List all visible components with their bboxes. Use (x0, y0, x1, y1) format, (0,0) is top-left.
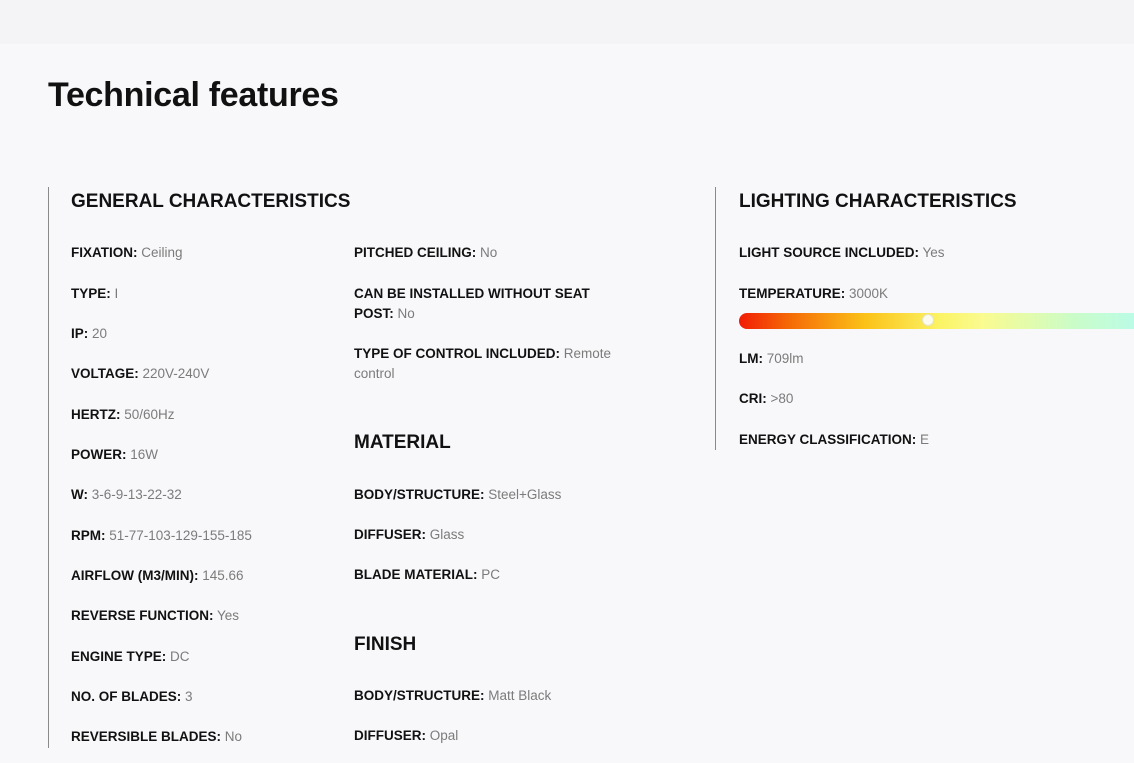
spec-label: RPM: (71, 528, 106, 543)
lighting-characteristics-title: LIGHTING CHARACTERISTICS (739, 191, 1017, 212)
spec-hertz: HERTZ: 50/60Hz (71, 405, 175, 425)
spec-label: BODY/STRUCTURE: (354, 487, 485, 502)
spec-value: No (480, 245, 498, 260)
spec-label: FIXATION: (71, 245, 138, 260)
spec-label: TYPE: (71, 286, 111, 301)
spec-value: 3 (185, 689, 193, 704)
temperature-indicator-thumb (922, 314, 934, 326)
spec-label: CAN BE INSTALLED WITHOUT SEAT POST: (354, 286, 590, 321)
material-body-structure: BODY/STRUCTURE: Steel+Glass (354, 485, 561, 505)
spec-value: I (114, 286, 119, 301)
spec-type: TYPE: I (71, 284, 118, 304)
spec-label: REVERSE FUNCTION: (71, 608, 214, 623)
spec-value: >80 (770, 391, 794, 406)
spec-value: Steel+Glass (488, 487, 562, 502)
spec-label: NO. OF BLADES: (71, 689, 182, 704)
spec-label: VOLTAGE: (71, 366, 139, 381)
spec-label: BLADE MATERIAL: (354, 567, 478, 582)
material-title: MATERIAL (354, 432, 451, 453)
spec-value: 709lm (766, 351, 804, 366)
spec-without-seat-post: CAN BE INSTALLED WITHOUT SEAT POST: No (354, 284, 629, 324)
spec-value: No (397, 306, 415, 321)
spec-value: PC (481, 567, 501, 582)
spec-value: 16W (130, 447, 159, 462)
spec-value: E (920, 432, 930, 447)
spec-value: Yes (922, 245, 945, 260)
spec-value: Matt Black (488, 688, 552, 703)
material-diffuser: DIFFUSER: Glass (354, 525, 464, 545)
spec-value: Glass (429, 527, 465, 542)
spec-label: DIFFUSER: (354, 728, 426, 743)
spec-label: W: (71, 487, 88, 502)
general-divider-line (48, 187, 49, 748)
spec-value: 3000K (849, 286, 889, 301)
spec-engine-type: ENGINE TYPE: DC (71, 647, 190, 667)
spec-rpm: RPM: 51-77-103-129-155-185 (71, 526, 252, 546)
light-source-included: LIGHT SOURCE INCLUDED: Yes (739, 243, 945, 263)
finish-body-structure: BODY/STRUCTURE: Matt Black (354, 686, 551, 706)
spec-label: POWER: (71, 447, 127, 462)
spec-value: 220V-240V (142, 366, 210, 381)
page-title: Technical features (48, 76, 339, 114)
spec-fixation: FIXATION: Ceiling (71, 243, 183, 263)
light-lm: LM: 709lm (739, 349, 804, 369)
spec-value: 51-77-103-129-155-185 (109, 528, 252, 543)
spec-value: 145.66 (202, 568, 244, 583)
general-characteristics-title: GENERAL CHARACTERISTICS (71, 191, 351, 212)
spec-value: Ceiling (141, 245, 183, 260)
spec-value: 50/60Hz (124, 407, 175, 422)
spec-label: LIGHT SOURCE INCLUDED: (739, 245, 919, 260)
spec-label: IP: (71, 326, 89, 341)
material-blade-material: BLADE MATERIAL: PC (354, 565, 500, 585)
spec-power: POWER: 16W (71, 445, 158, 465)
spec-no-of-blades: NO. OF BLADES: 3 (71, 687, 193, 707)
spec-voltage: VOLTAGE: 220V-240V (71, 364, 209, 384)
top-bar (0, 0, 1134, 44)
spec-type-of-control: TYPE OF CONTROL INCLUDED: Remote control (354, 344, 629, 384)
spec-airflow: AIRFLOW (M3/MIN): 145.66 (71, 566, 244, 586)
spec-label: AIRFLOW (M3/MIN): (71, 568, 199, 583)
spec-ip: IP: 20 (71, 324, 107, 344)
spec-w: W: 3-6-9-13-22-32 (71, 485, 182, 505)
spec-label: PITCHED CEILING: (354, 245, 477, 260)
spec-label: LM: (739, 351, 763, 366)
spec-value: No (224, 729, 243, 744)
spec-label: CRI: (739, 391, 767, 406)
spec-value: 3-6-9-13-22-32 (91, 487, 182, 502)
spec-pitched-ceiling: PITCHED CEILING: No (354, 243, 497, 263)
spec-label: DIFFUSER: (354, 527, 426, 542)
spec-label: BODY/STRUCTURE: (354, 688, 485, 703)
spec-label: REVERSIBLE BLADES: (71, 729, 222, 744)
spec-label: HERTZ: (71, 407, 121, 422)
finish-diffuser: DIFFUSER: Opal (354, 726, 458, 746)
light-cri: CRI: >80 (739, 389, 793, 409)
lighting-divider-line (715, 187, 716, 450)
spec-label: TEMPERATURE: (739, 286, 846, 301)
spec-value: Yes (217, 608, 240, 623)
finish-title: FINISH (354, 634, 417, 655)
temperature-gradient-bar (739, 313, 1134, 329)
spec-value: 20 (92, 326, 108, 341)
spec-label: ENGINE TYPE: (71, 649, 167, 664)
spec-label: ENERGY CLASSIFICATION: (739, 432, 917, 447)
energy-classification: ENERGY CLASSIFICATION: E (739, 430, 929, 450)
spec-value: DC (170, 649, 190, 664)
spec-value: Opal (429, 728, 459, 743)
light-temperature: TEMPERATURE: 3000K (739, 284, 888, 304)
spec-reverse-function: REVERSE FUNCTION: Yes (71, 606, 239, 626)
spec-reversible-blades: REVERSIBLE BLADES: No (71, 727, 242, 747)
spec-label: TYPE OF CONTROL INCLUDED: (354, 346, 561, 361)
